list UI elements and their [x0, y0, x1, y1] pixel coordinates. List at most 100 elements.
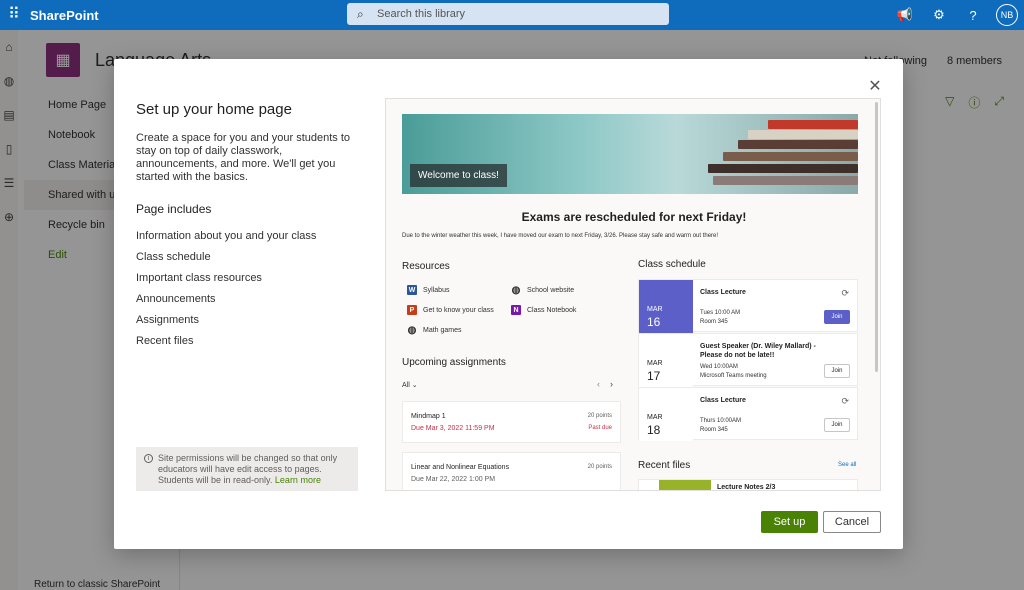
announcement-body: Due to the winter weather this week, I h… [402, 233, 719, 239]
onenote-icon: N [511, 305, 521, 315]
preview-scrollbar[interactable] [875, 102, 878, 372]
assignments-heading: Upcoming assignments [402, 357, 506, 368]
includes-heading: Page includes [136, 202, 212, 216]
assignment-card[interactable]: Mindmap 1 Due Mar 3, 2022 11:59 PM 20 po… [402, 401, 621, 443]
join-button[interactable]: Join [824, 364, 850, 378]
schedule-item[interactable]: MAR 16 Class Lecture Tues 10:00 AM Room … [638, 279, 858, 333]
schedule-date: MAR 18 [639, 388, 693, 441]
assignment-name: Linear and Nonlinear Equations [411, 464, 510, 471]
event-title: Class Lecture [700, 289, 746, 296]
dialog-description: Create a space for you and your students… [136, 132, 351, 183]
app-brand[interactable]: SharePoint [30, 8, 99, 23]
resource-math-games[interactable]: ◍ Math games [407, 325, 462, 336]
close-icon[interactable]: ✕ [867, 79, 883, 96]
setup-button[interactable]: Set up [761, 511, 818, 533]
cancel-button[interactable]: Cancel [823, 511, 881, 533]
event-time: Wed 10:00AM [700, 364, 738, 370]
chevron-left-icon[interactable]: ‹ [597, 379, 600, 389]
schedule-date: MAR 17 [639, 334, 693, 387]
join-button[interactable]: Join [824, 310, 850, 324]
chevron-right-icon[interactable]: › [610, 379, 613, 389]
includes-list: Information about you and your class Cla… [136, 226, 366, 352]
globe-icon: ◍ [511, 284, 521, 296]
list-item: Recent files [136, 335, 194, 347]
assignment-points: 20 points [587, 464, 612, 470]
book-image [708, 164, 858, 173]
resource-label: Get to know your class [423, 306, 494, 314]
resource-syllabus[interactable]: W Syllabus [407, 285, 449, 295]
resource-label: Class Notebook [527, 306, 577, 314]
search-icon: ⌕ [357, 6, 364, 21]
recent-files-heading: Recent files [638, 460, 691, 471]
powerpoint-icon: P [407, 305, 417, 315]
list-item: Class schedule [136, 251, 211, 263]
list-item: Announcements [136, 293, 216, 305]
list-item: Assignments [136, 314, 199, 326]
schedule-item[interactable]: MAR 18 Class Lecture Thurs 10:00AM Room … [638, 387, 858, 441]
recurring-icon: ⟳ [841, 396, 849, 406]
book-image [713, 176, 858, 185]
recurring-icon: ⟳ [841, 288, 849, 298]
info-icon: i [144, 454, 153, 463]
help-icon[interactable]: ? [956, 8, 990, 23]
suite-actions: 📢 ⚙ ? NB [888, 0, 1018, 30]
schedule-heading: Class schedule [638, 259, 706, 270]
assignment-card[interactable]: Linear and Nonlinear Equations Due Mar 2… [402, 452, 621, 490]
schedule-item[interactable]: MAR 17 Guest Speaker (Dr. Wiley Mallard)… [638, 333, 858, 387]
assignment-due: Due Mar 3, 2022 11:59 PM [411, 425, 495, 432]
see-all-link[interactable]: See all [838, 462, 856, 468]
book-image [738, 140, 858, 149]
permissions-notice: i Site permissions will be changed so th… [136, 447, 358, 491]
event-title: Guest Speaker (Dr. Wiley Mallard) - Plea… [700, 343, 816, 359]
assignment-points: 20 points [587, 413, 612, 419]
list-item: Information about you and your class [136, 230, 317, 242]
file-thumbnail [659, 480, 711, 490]
book-image [748, 130, 858, 139]
assignment-name: Mindmap 1 [411, 413, 446, 420]
assignment-filter[interactable]: All ⌄ [402, 381, 418, 389]
list-item: Important class resources [136, 272, 262, 284]
resource-class-notebook[interactable]: N Class Notebook [511, 305, 576, 315]
resource-get-to-know[interactable]: P Get to know your class [407, 305, 494, 315]
date-month: MAR [647, 360, 663, 367]
event-place: Microsoft Teams meeting [700, 373, 767, 379]
assignment-due: Due Mar 22, 2022 1:00 PM [411, 476, 496, 483]
event-place: Room 345 [700, 427, 728, 433]
book-image [723, 152, 858, 161]
schedule-date: MAR 16 [639, 280, 693, 333]
hero-label: Welcome to class! [410, 164, 507, 187]
avatar[interactable]: NB [996, 4, 1018, 26]
resources-heading: Resources [402, 261, 450, 272]
assignment-status: Past due [588, 425, 612, 431]
dialog-info-panel: Set up your home page Create a space for… [136, 101, 366, 352]
date-day: 17 [647, 369, 661, 383]
setup-dialog: ✕ Set up your home page Create a space f… [114, 59, 903, 549]
join-button[interactable]: Join [824, 418, 850, 432]
resource-label: Syllabus [423, 286, 450, 294]
search-placeholder: Search this library [377, 8, 466, 20]
filter-value: All [402, 382, 410, 389]
suite-bar: ⠿ SharePoint ⌕ Search this library 📢 ⚙ ?… [0, 0, 1024, 30]
announcement-headline: Exams are rescheduled for next Friday! [521, 210, 747, 224]
gear-icon[interactable]: ⚙ [922, 7, 956, 23]
page-preview[interactable]: Welcome to class! Exams are rescheduled … [385, 98, 881, 491]
megaphone-icon[interactable]: 📢 [888, 7, 922, 23]
search-box[interactable]: ⌕ Search this library [347, 3, 669, 25]
event-place: Room 345 [700, 319, 728, 325]
book-image [768, 120, 858, 129]
recent-file-card[interactable]: Lecture Notes 2/3 [638, 479, 858, 491]
word-icon: W [407, 285, 417, 295]
event-title: Class Lecture [700, 397, 746, 404]
date-month: MAR [647, 414, 663, 421]
hero-banner: Welcome to class! [402, 114, 858, 194]
date-day: 16 [647, 315, 661, 329]
resource-label: Math games [423, 326, 462, 334]
dialog-title: Set up your home page [136, 101, 292, 118]
learn-more-link[interactable]: Learn more [275, 475, 321, 485]
resource-school-website[interactable]: ◍ School website [511, 284, 575, 296]
date-month: MAR [647, 306, 663, 313]
resource-label: School website [527, 286, 575, 294]
file-name: Lecture Notes 2/3 [717, 484, 776, 491]
event-time: Thurs 10:00AM [700, 418, 742, 424]
waffle-icon[interactable]: ⠿ [4, 0, 24, 30]
